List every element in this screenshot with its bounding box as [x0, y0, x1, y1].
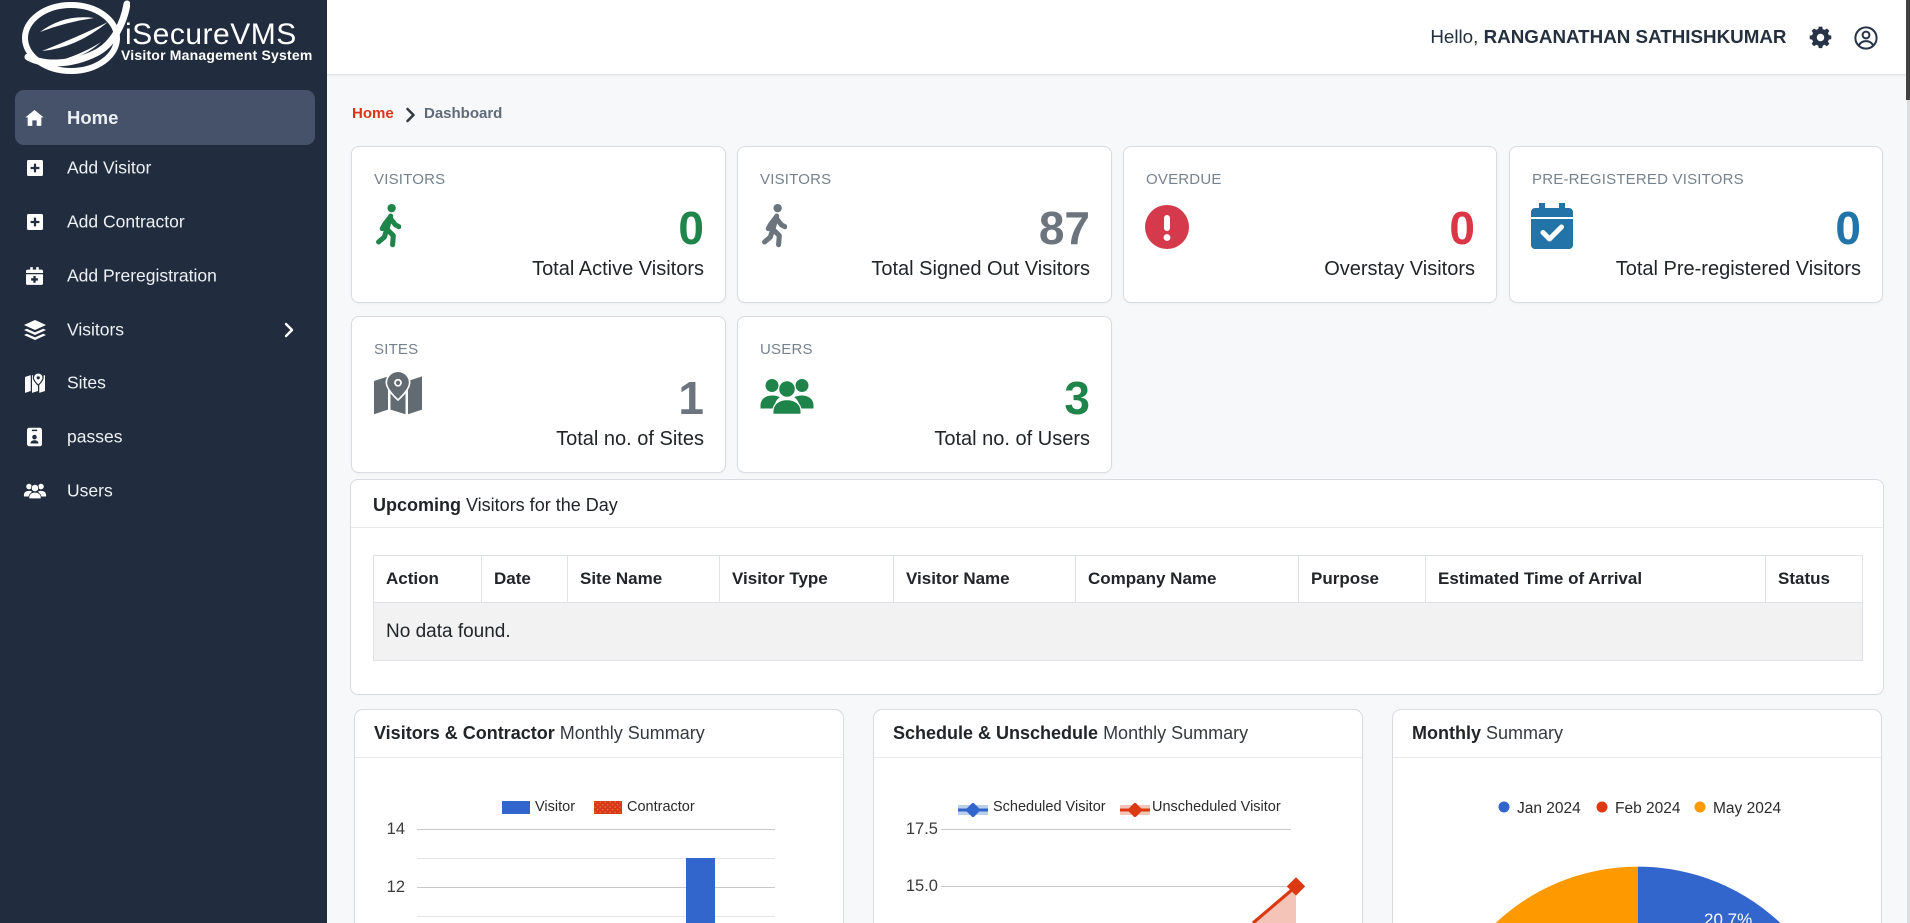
svg-text:20.7%: 20.7% — [1704, 910, 1752, 923]
